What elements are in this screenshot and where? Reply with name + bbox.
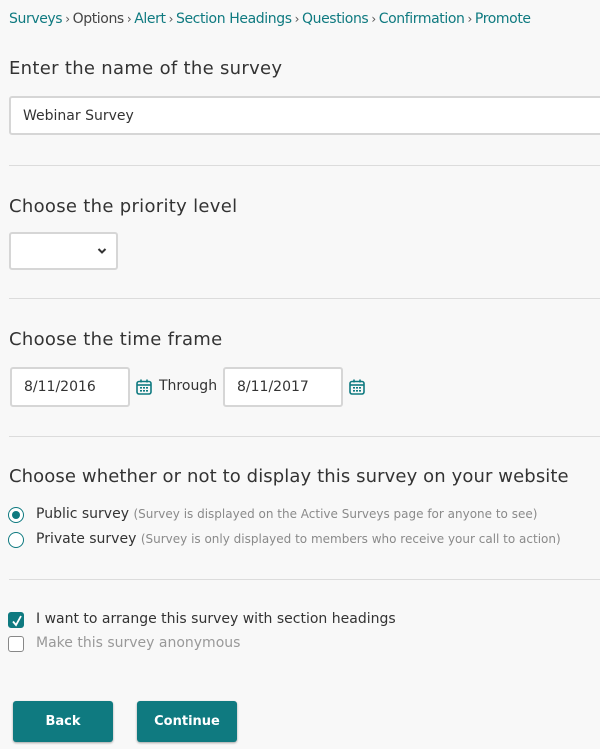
breadcrumb-section-headings[interactable]: Section Headings (176, 11, 292, 27)
survey-options-page: Surveys › Options › Alert › Section Headings › Q… (0, 0, 600, 749)
public-survey-hint: (Survey is displayed on the Active Surve… (133, 507, 538, 521)
breadcrumb-separator: › (126, 12, 132, 26)
public-survey-label: Public survey (36, 506, 129, 522)
breadcrumb-promote[interactable]: Promote (475, 11, 531, 27)
private-survey-label-wrap: Private survey (Survey is only displayed… (36, 531, 561, 547)
divider (9, 165, 600, 166)
breadcrumb-separator: › (65, 12, 70, 26)
divider (9, 436, 600, 437)
display-heading: Choose whether or not to display this su… (9, 466, 569, 487)
breadcrumb-separator: › (168, 12, 174, 26)
calendar-icon[interactable] (135, 378, 153, 396)
divider (9, 298, 600, 299)
chevron-down-icon (97, 248, 107, 254)
calendar-icon[interactable] (348, 378, 366, 396)
anonymous-label: Make this survey anonymous (36, 635, 241, 651)
continue-button[interactable]: Continue (137, 701, 237, 742)
anonymous-checkbox[interactable] (8, 636, 24, 652)
breadcrumb: Surveys › Options › Alert › Section Headings › Q… (9, 11, 531, 27)
through-label: Through (159, 378, 218, 394)
survey-name-input[interactable] (9, 96, 600, 135)
breadcrumb-separator: › (371, 12, 376, 26)
time-frame-heading: Choose the time frame (9, 329, 223, 350)
end-date-input[interactable] (223, 367, 343, 407)
public-survey-radio[interactable] (8, 507, 24, 523)
divider (9, 579, 600, 580)
breadcrumb-options: Options (72, 11, 125, 27)
checkmark-icon (12, 615, 22, 627)
private-survey-radio[interactable] (8, 532, 24, 548)
section-headings-checkbox[interactable] (8, 612, 24, 628)
breadcrumb-questions[interactable]: Questions (302, 11, 369, 27)
breadcrumb-surveys[interactable]: Surveys (9, 11, 63, 27)
priority-select[interactable] (9, 232, 118, 270)
private-survey-hint: (Survey is only displayed to members who… (140, 532, 561, 546)
private-survey-label: Private survey (36, 531, 137, 547)
priority-heading: Choose the priority level (9, 196, 238, 217)
start-date-input[interactable] (10, 367, 130, 407)
breadcrumb-separator: › (467, 12, 473, 26)
breadcrumb-separator: › (294, 12, 300, 26)
survey-name-heading: Enter the name of the survey (9, 58, 283, 79)
breadcrumb-confirmation[interactable]: Confirmation (379, 11, 465, 27)
section-headings-label: I want to arrange this survey with secti… (36, 611, 396, 627)
public-survey-label-wrap: Public survey (Survey is displayed on th… (36, 506, 537, 522)
back-button[interactable]: Back (13, 701, 113, 742)
breadcrumb-alert[interactable]: Alert (134, 11, 166, 27)
